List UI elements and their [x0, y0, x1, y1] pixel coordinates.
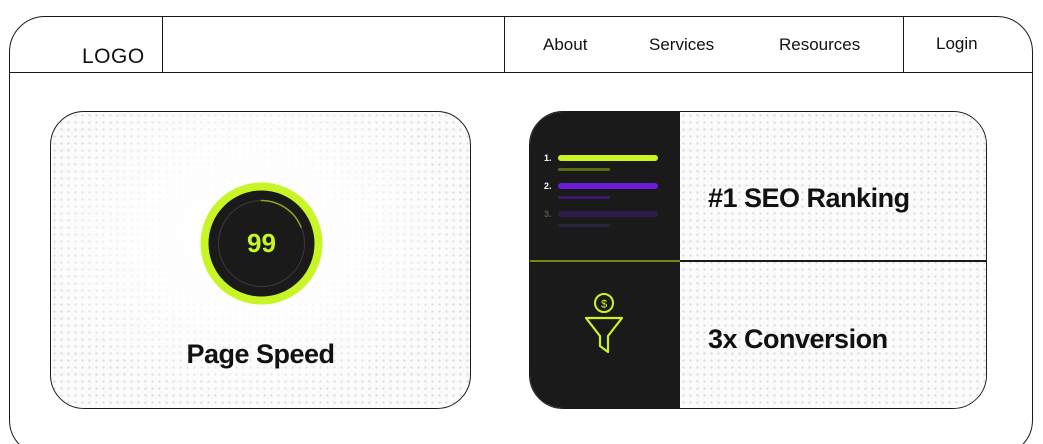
rank-bar-1	[558, 155, 658, 161]
divider	[680, 260, 986, 262]
rank-bar-3	[558, 211, 658, 217]
nav-link-resources[interactable]: Resources	[779, 35, 860, 55]
top-navigation: LOGO About Services Resources Login	[10, 17, 1032, 73]
features-card: 1. 2. 3. $ #1 SEO Ranking 3x Conversion	[529, 111, 987, 409]
divider	[530, 260, 680, 262]
speed-gauge: 99	[196, 178, 327, 309]
speed-score: 99	[247, 228, 276, 258]
rank-number: 3.	[544, 209, 552, 219]
rank-number: 2.	[544, 181, 552, 191]
nav-link-services[interactable]: Services	[649, 35, 714, 55]
logo[interactable]: LOGO	[82, 45, 145, 69]
seo-ranking-label: #1 SEO Ranking	[708, 183, 910, 213]
funnel-dollar-icon: $	[584, 293, 624, 354]
rank-number: 1.	[544, 153, 552, 163]
nav-links: About Services Resources	[504, 17, 904, 73]
login-link[interactable]: Login	[936, 34, 978, 54]
svg-text:$: $	[601, 299, 607, 311]
rank-bar-2	[558, 183, 658, 189]
logo-cell: LOGO	[10, 17, 163, 73]
page-speed-label: Page Speed	[186, 339, 335, 369]
page-frame: LOGO About Services Resources Login 99 P…	[9, 16, 1033, 444]
page-speed-card: 99 Page Speed	[50, 111, 471, 409]
conversion-label: 3x Conversion	[708, 324, 888, 354]
nav-link-about[interactable]: About	[543, 35, 587, 55]
